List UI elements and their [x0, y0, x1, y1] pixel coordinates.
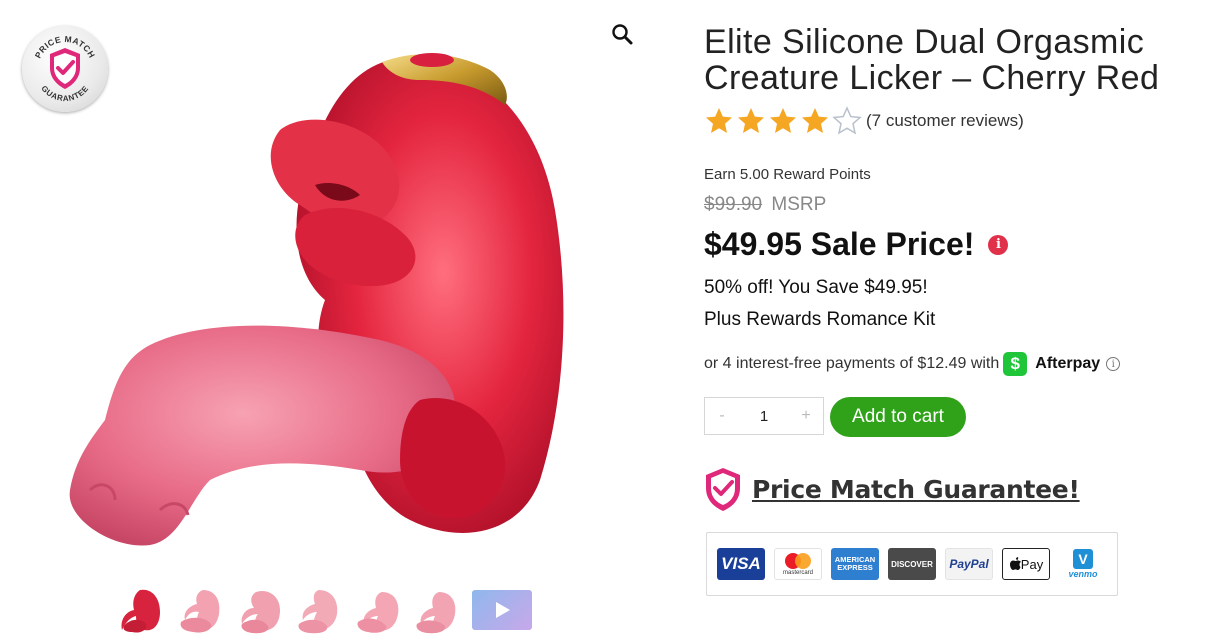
reward-points: Earn 5.00 Reward Points [704, 166, 871, 183]
afterpay-logo: Afterpay [1035, 355, 1101, 372]
venmo-label: venmo [1068, 569, 1098, 579]
qty-plus-button[interactable]: + [789, 407, 823, 425]
savings-text: 50% off! You Save $49.95! [704, 277, 928, 298]
amex-icon: AMERICAN EXPRESS [831, 548, 879, 580]
thumbnail[interactable] [354, 586, 404, 636]
mastercard-label: mastercard [782, 570, 813, 576]
paypal-icon: PayPal [945, 548, 993, 580]
payment-methods: VISA mastercard AMERICAN EXPRESS DISCOVE… [706, 532, 1118, 596]
star-filled-icon [802, 108, 828, 133]
play-icon [496, 602, 510, 618]
venmo-icon: V venmo [1059, 548, 1107, 580]
video-thumbnail[interactable] [472, 590, 532, 630]
afterpay-row: or 4 interest-free payments of $12.49 wi… [704, 352, 1121, 376]
product-rating: (7 customer reviews) [704, 106, 1024, 136]
rewards-kit-text: Plus Rewards Romance Kit [704, 309, 936, 330]
afterpay-text: or 4 interest-free payments of $12.49 wi… [704, 355, 1000, 372]
qty-minus-button[interactable]: - [705, 407, 739, 425]
star-empty-icon [832, 106, 862, 135]
thumbnail[interactable] [118, 586, 168, 636]
apple-icon [1009, 557, 1021, 570]
product-main-image[interactable] [60, 40, 620, 580]
reviews-link[interactable]: (7 customer reviews) [866, 111, 1024, 131]
star-filled-icon [706, 108, 732, 133]
discover-icon: DISCOVER [888, 548, 936, 580]
sale-price-row: $49.95 Sale Price! i [704, 226, 1009, 263]
shield-check-icon [706, 468, 740, 511]
old-price: $99.90 [704, 194, 763, 215]
star-filled-icon [738, 108, 764, 133]
thumbnail[interactable] [413, 586, 463, 636]
price-match-row: Price Match Guarantee! [704, 466, 1080, 512]
star-rating [704, 106, 862, 136]
thumbnail-strip [118, 586, 532, 638]
sale-price: $49.95 Sale Price! [704, 226, 975, 262]
msrp-label: MSRP [771, 194, 827, 215]
mastercard-icon: mastercard [774, 548, 822, 580]
quantity-input[interactable] [739, 406, 789, 426]
price-match-link[interactable]: Price Match Guarantee! [752, 475, 1080, 504]
msrp-price: $99.90 MSRP [704, 194, 826, 216]
afterpay-info-icon[interactable]: i [1106, 357, 1121, 371]
cashapp-icon: $ [1003, 352, 1028, 376]
thumbnail[interactable] [177, 586, 227, 636]
product-title: Elite Silicone Dual Orgasmic Creature Li… [704, 23, 1160, 97]
add-to-cart-button[interactable]: Add to cart [830, 397, 966, 437]
applepay-icon: Pay [1002, 548, 1050, 580]
thumbnail[interactable] [295, 586, 345, 636]
info-icon[interactable]: i [988, 234, 1009, 255]
visa-icon: VISA [717, 548, 765, 580]
applepay-label: Pay [1020, 556, 1044, 572]
thumbnail[interactable] [236, 586, 286, 636]
star-filled-icon [770, 108, 796, 133]
quantity-stepper: - + [704, 397, 824, 435]
